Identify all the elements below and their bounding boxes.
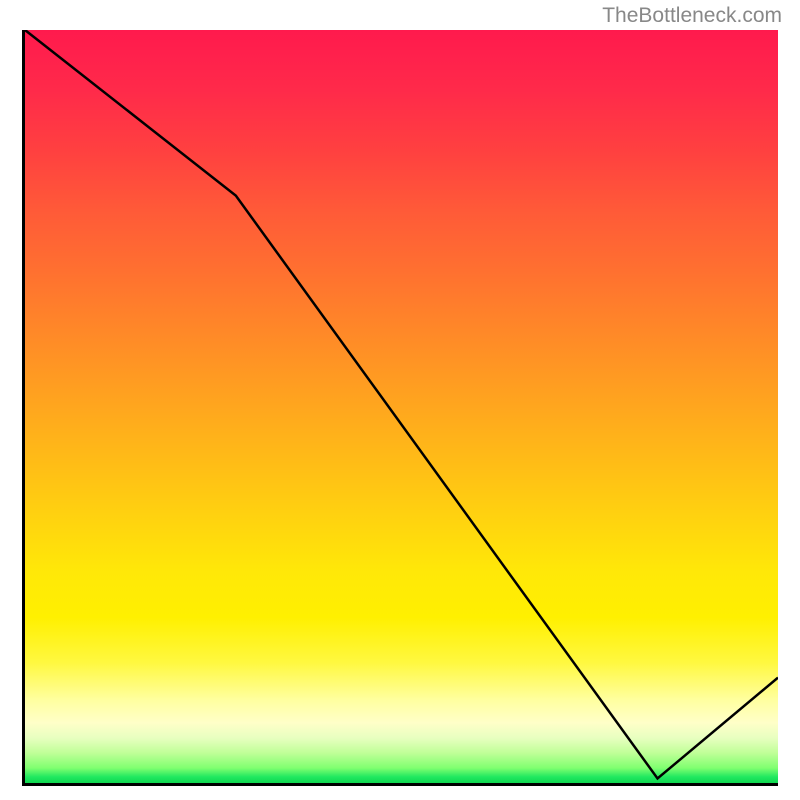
chart-plot-area [22, 30, 778, 786]
watermark-text: TheBottleneck.com [602, 4, 782, 28]
chart-line [25, 30, 778, 783]
